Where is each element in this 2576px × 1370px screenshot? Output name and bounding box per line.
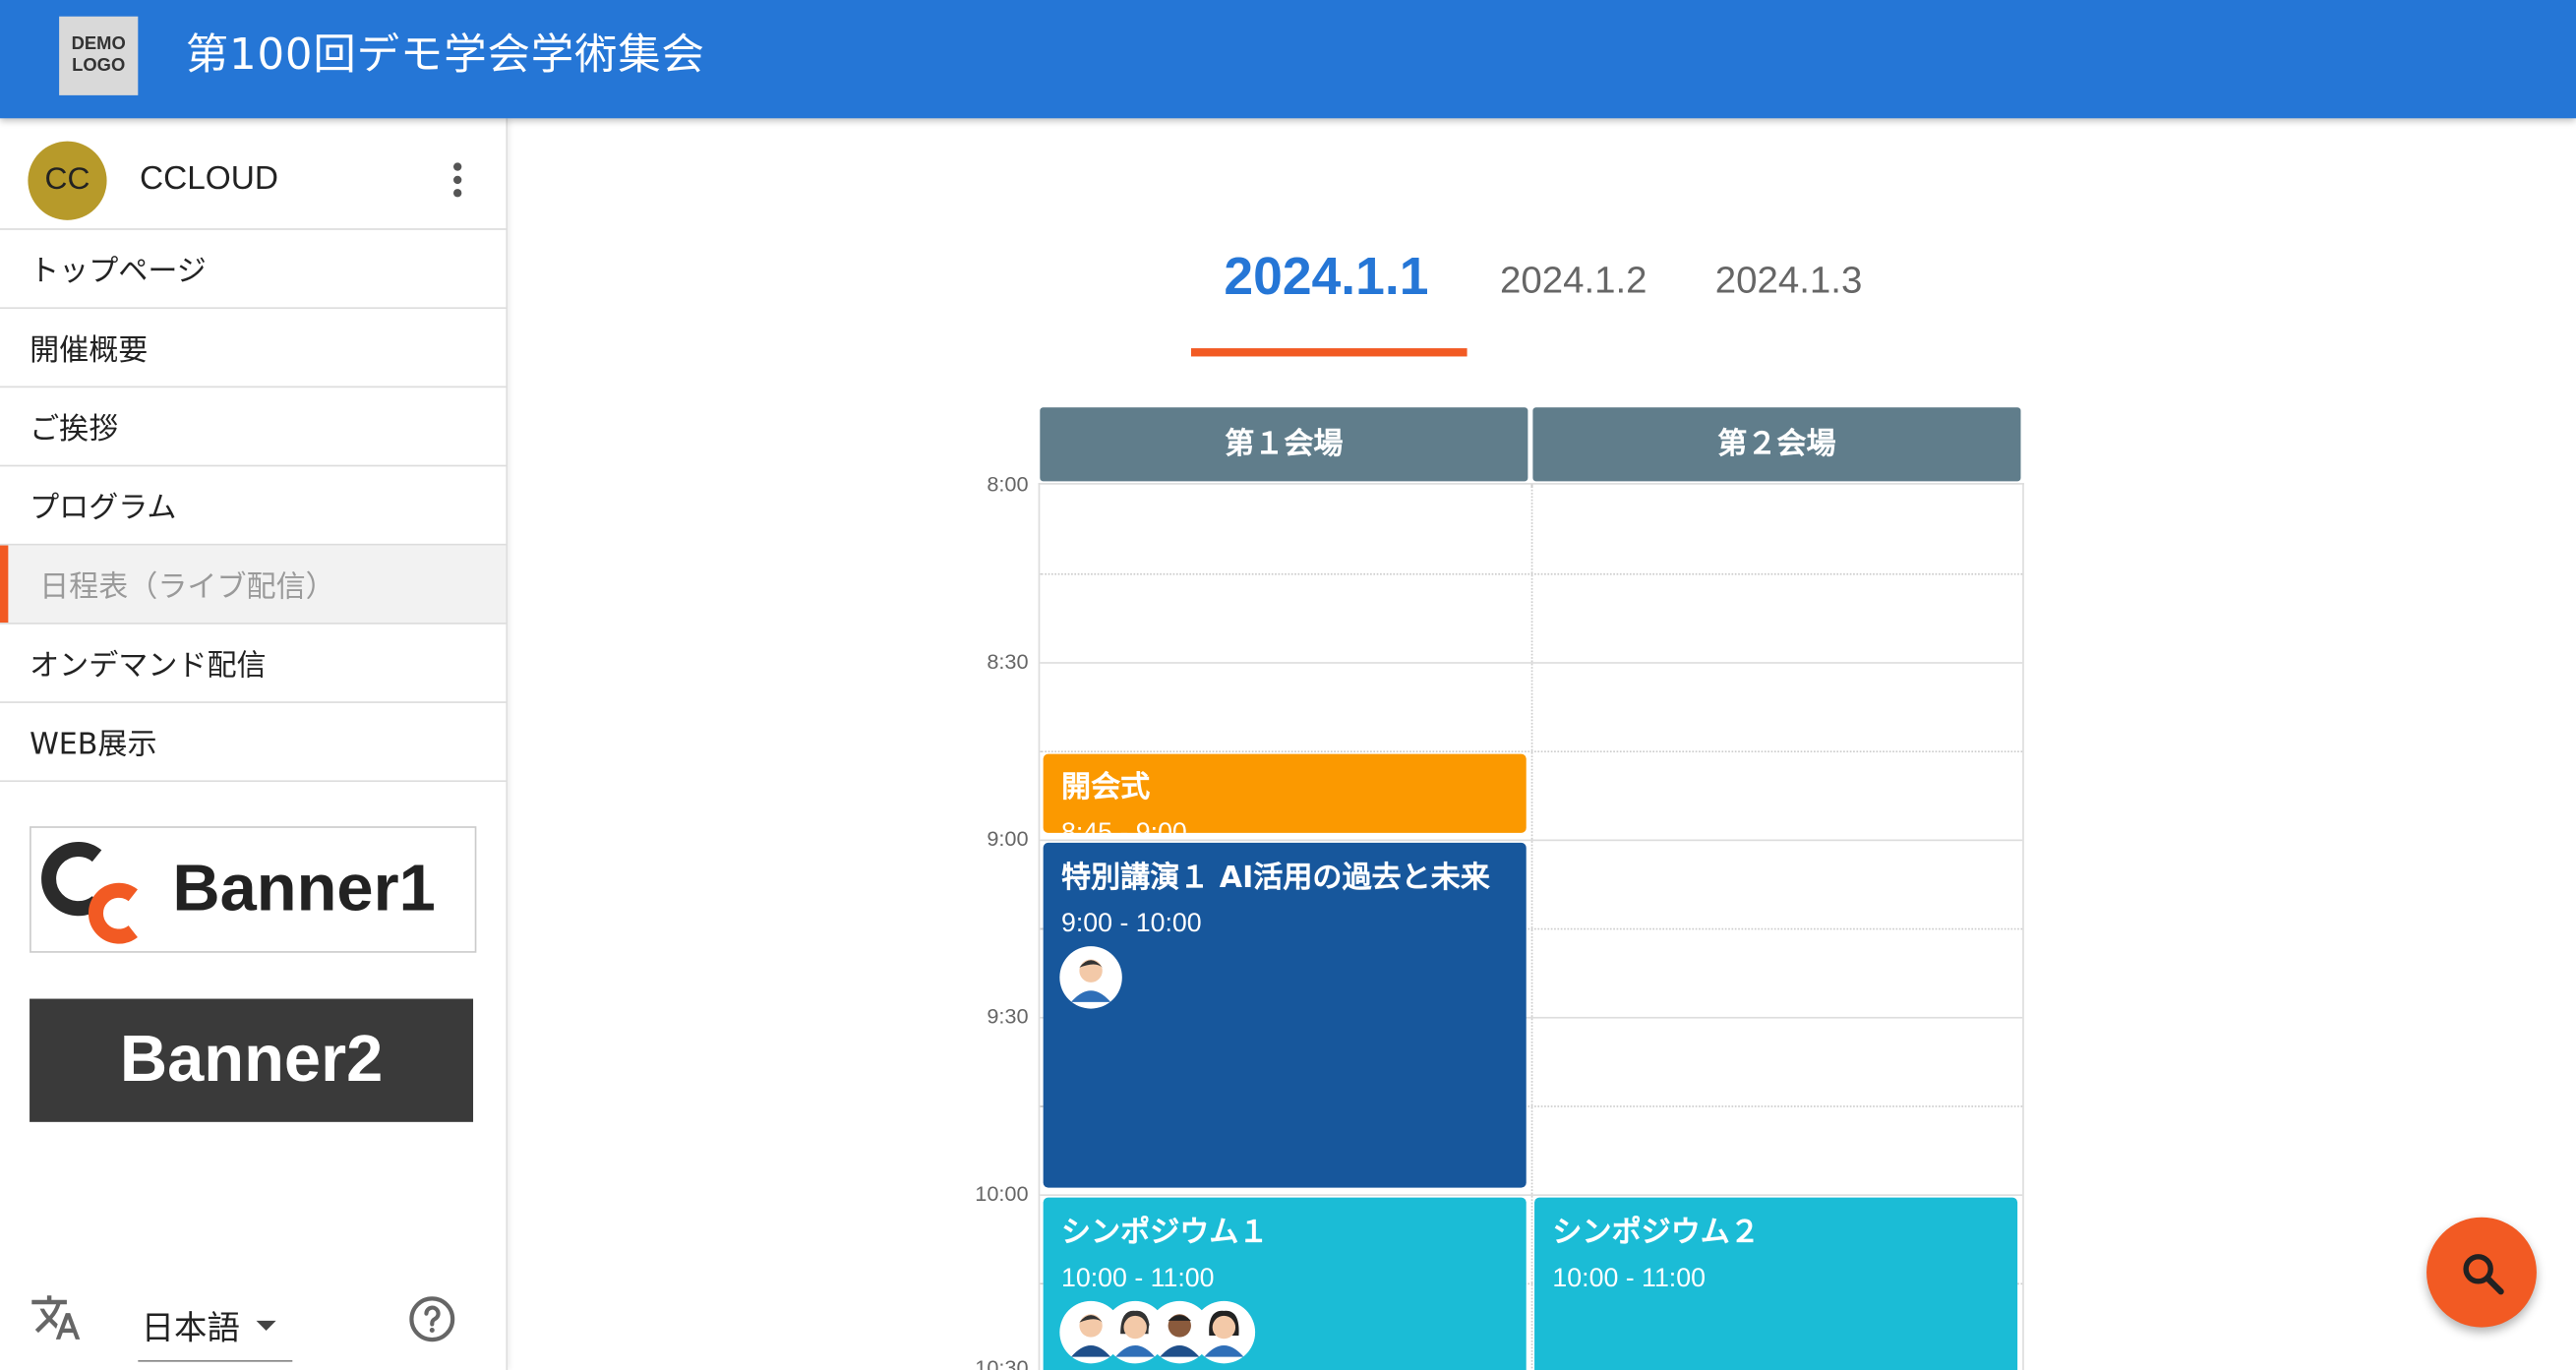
logo-line1: DEMO [71,34,126,55]
banner1-link[interactable]: Banner1 [30,826,477,953]
event-title: シンポジウム１ [1061,1216,1269,1251]
language-value: 日本語 [141,1307,240,1347]
sidebar-item-label: 開催概要 [30,332,149,368]
sidebar-item-greeting[interactable]: ご挨拶 [0,387,507,467]
event-special-lecture-1[interactable]: 特別講演１ AI活用の過去と未来 9:00 - 10:00 [1043,842,1527,1188]
time-label: 10:30 [975,1354,1029,1370]
banner2-link[interactable]: Banner2 [30,998,474,1122]
event-title: 開会式 [1061,770,1151,805]
event-time: 10:00 - 11:00 [1061,1265,1215,1293]
user-avatar[interactable]: CC [28,141,107,220]
sidebar-item-schedule-live[interactable]: 日程表（ライブ配信） [0,545,507,625]
speaker-avatar[interactable] [1059,946,1122,1009]
room-header-1: 第１会場 [1040,407,1528,482]
more-vert-icon[interactable] [441,157,473,204]
sidebar-item-label: 日程表（ライブ配信） [39,568,335,604]
language-row: 日本語 [0,1278,506,1370]
search-button[interactable] [2426,1217,2537,1328]
arrow-drop-down-icon [256,1320,276,1331]
cc-logo-icon [41,842,138,944]
event-title: 特別講演１ AI活用の過去と未来 [1061,861,1490,896]
date-tab-3[interactable]: 2024.1.3 [1715,258,1863,324]
sidebar-item-web-exhibit[interactable]: WEB展示 [0,703,507,783]
sidebar-item-label: プログラム [30,490,177,525]
user-row: CC CCLOUD [0,118,507,230]
date-tab-1[interactable]: 2024.1.1 [1224,247,1428,313]
help-circle-icon[interactable] [407,1294,456,1343]
banner1-label: Banner1 [172,852,436,925]
date-tab-indicator [1190,348,1468,357]
time-label: 9:00 [987,826,1029,852]
sidebar-item-label: WEB展示 [30,727,157,762]
sidebar-item-top[interactable]: トップページ [0,230,507,310]
time-label: 10:00 [975,1180,1029,1207]
event-title: シンポジウム２ [1552,1216,1760,1251]
event-time: 8:45 - 9:00 [1061,816,1187,832]
translate-icon [31,1295,81,1340]
sidebar-item-label: トップページ [30,254,207,289]
room-header-2: 第２会場 [1532,407,2021,482]
sidebar-item-label: オンデマンド配信 [30,647,267,684]
event-time: 10:00 - 11:00 [1552,1265,1706,1293]
demo-logo[interactable]: DEMO LOGO [59,16,139,95]
page-title: 第100回デモ学会学術集会 [185,30,705,81]
banner2-label: Banner2 [119,1023,384,1097]
time-label: 8:00 [987,471,1029,497]
user-name: CCLOUD [139,160,279,198]
speaker-avatar[interactable] [1192,1300,1256,1364]
app-header: DEMO LOGO 第100回デモ学会学術集会 [0,0,2576,119]
event-symposium-1[interactable]: シンポジウム１ 10:00 - 11:00 [1043,1197,1527,1370]
event-opening-ceremony[interactable]: 開会式 8:45 - 9:00 [1043,753,1527,833]
sidebar-item-program[interactable]: プログラム [0,466,507,546]
time-label: 9:30 [987,1003,1029,1029]
logo-line2: LOGO [72,55,126,76]
grid-divider [1530,484,1533,1370]
date-tab-2[interactable]: 2024.1.2 [1500,258,1647,324]
sidebar-item-overview[interactable]: 開催概要 [0,309,507,388]
event-symposium-2[interactable]: シンポジウム２ 10:00 - 11:00 [1534,1197,2018,1370]
time-label: 8:30 [987,648,1029,674]
app-root: DEMO LOGO 第100回デモ学会学術集会 CC CCLOUD トップページ… [0,0,2576,1370]
sidebar-item-on-demand[interactable]: オンデマンド配信 [0,625,507,703]
sidebar: CC CCLOUD トップページ 開催概要 ご挨拶 プログラム 日程表（ライブ配… [0,118,509,1370]
language-select[interactable]: 日本語 [138,1288,293,1362]
sidebar-item-label: ご挨拶 [30,411,119,447]
event-time: 9:00 - 10:00 [1061,910,1202,938]
search-icon [2462,1253,2503,1294]
